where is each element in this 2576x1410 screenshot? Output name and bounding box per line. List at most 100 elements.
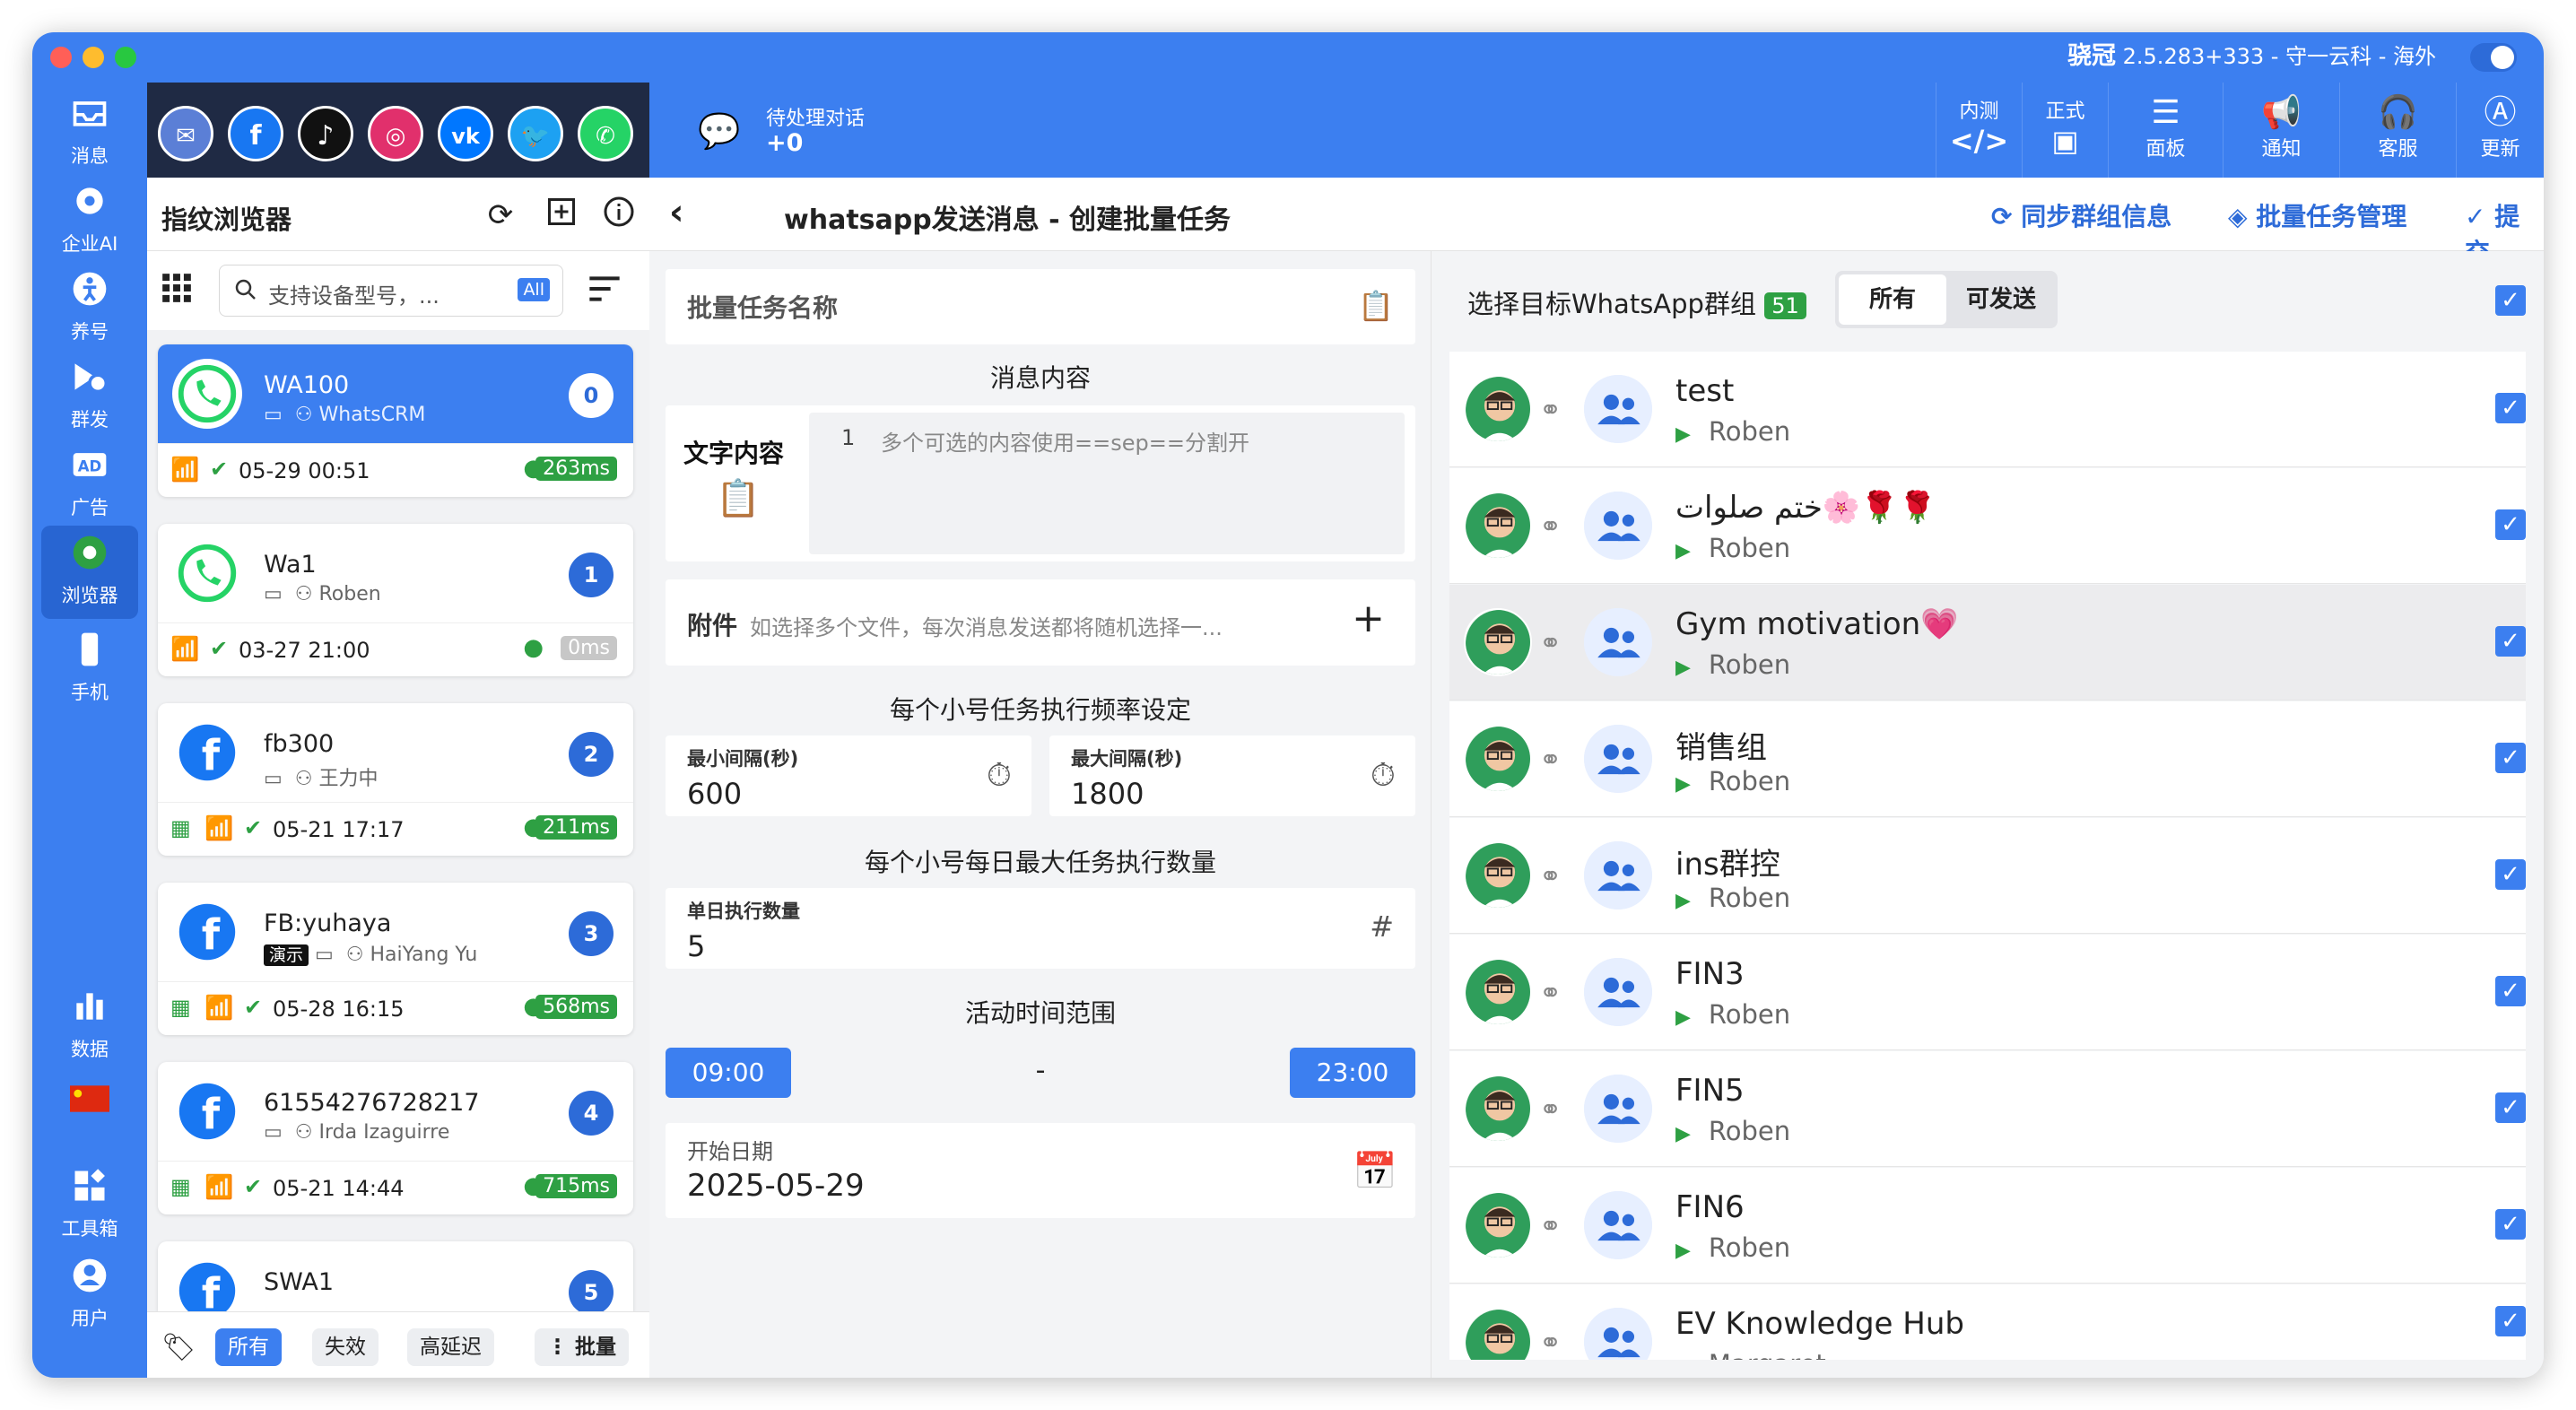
group-owner: Roben <box>1708 416 1791 447</box>
send-arrow-icon: ▶ <box>1675 890 1691 912</box>
end-time-button[interactable]: 23:00 <box>1290 1048 1415 1098</box>
group-count-badge: 51 <box>1764 292 1806 319</box>
chrome-icon <box>66 533 113 578</box>
group-filter-segment: 所有 可发送 <box>1835 271 2058 328</box>
nav-item-user[interactable]: 用户 <box>41 1249 138 1335</box>
group-checkbox[interactable]: ✓ <box>2495 626 2526 657</box>
filter-all[interactable]: 所有 <box>215 1328 282 1366</box>
group-checkbox[interactable]: ✓ <box>2495 1306 2526 1336</box>
link-icon: ⚭ <box>1539 628 1562 659</box>
start-date-field[interactable]: 开始日期 2025-05-29 📅 <box>666 1123 1415 1218</box>
sort-icon[interactable] <box>587 273 622 309</box>
group-row[interactable]: ⚭ FIN6 ▶ Roben ✓ <box>1449 1168 2526 1284</box>
nav-item-ads[interactable]: AD 广告 <box>41 438 138 524</box>
store-icon: ▦ <box>170 995 191 1020</box>
group-name: Gym motivation💗 <box>1675 606 1959 642</box>
group-row[interactable]: ⚭ EV Knowledge Hub ▶ Margaret ✓ <box>1449 1284 2526 1360</box>
nav-item-ai[interactable]: 企业AI <box>41 174 138 260</box>
nav-item-nurture[interactable]: 养号 <box>41 262 138 348</box>
info-icon[interactable] <box>599 196 639 235</box>
tiktok-icon[interactable]: ♪ <box>298 106 353 161</box>
nav-item-toolbox[interactable]: 工具箱 <box>41 1159 138 1245</box>
daily-count-field[interactable]: 单日执行数量 5 # <box>666 888 1415 969</box>
add-profile-icon[interactable] <box>542 196 581 235</box>
back-arrow-icon[interactable]: ‹ <box>669 192 683 233</box>
instagram-icon[interactable]: ◎ <box>368 106 423 161</box>
vk-icon[interactable]: vk <box>438 106 493 161</box>
svg-text:f: f <box>202 1271 221 1312</box>
close-window-button[interactable] <box>50 47 72 68</box>
group-checkbox[interactable]: ✓ <box>2495 976 2526 1006</box>
owner-avatar <box>1464 958 1532 1026</box>
profile-card[interactable]: f 61554276728217 ▭ ⚇ Irda Izaguirre 4 ▦ … <box>158 1062 633 1214</box>
all-badge[interactable]: All <box>518 278 550 301</box>
calendar-icon[interactable]: 📅 <box>1353 1150 1397 1192</box>
twitter-icon[interactable]: 🐦 <box>508 106 563 161</box>
nav-item-browser[interactable]: 浏览器 <box>41 526 138 619</box>
add-attachment-icon[interactable]: + <box>1352 596 1385 641</box>
support-button[interactable]: 🎧 客服 <box>2339 83 2456 178</box>
profile-card[interactable]: f fb300 ▭ ⚇ 王力中 2 ▦ 📶 ✔ 05-21 17:17 ● 21… <box>158 703 633 856</box>
select-all-checkbox[interactable]: ✓ <box>2495 285 2526 316</box>
batch-button[interactable]: ⋮ 批量 <box>535 1328 630 1366</box>
profile-card[interactable]: WA100 ▭ ⚇ WhatsCRM 0 📶 ✔ 05-29 00:51 ● 2… <box>158 344 633 497</box>
segment-sendable[interactable]: 可发送 <box>1948 274 2054 325</box>
group-row[interactable]: ⚭ ختم صلوات🌸🌹🌹 ▶ Roben ✓ <box>1449 468 2526 584</box>
filter-invalid[interactable]: 失效 <box>312 1328 379 1366</box>
browser-panel-header: 指纹浏览器 ⟳ <box>147 178 649 251</box>
min-interval-field[interactable]: 最小间隔(秒) 600 ⏱ <box>666 735 1031 816</box>
mode-toggle[interactable] <box>2470 43 2517 72</box>
panel-button[interactable]: ☰ 面板 <box>2108 83 2223 178</box>
group-row[interactable]: ⚭ Gym motivation💗 ▶ Roben ✓ <box>1449 585 2526 701</box>
profile-card[interactable]: f FB:yuhaya 演示 ▭ ⚇ HaiYang Yu 3 ▦ 📶 ✔ 05… <box>158 883 633 1035</box>
zoom-window-button[interactable] <box>115 47 136 68</box>
group-row[interactable]: ⚭ FIN5 ▶ Roben ✓ <box>1449 1051 2526 1167</box>
profile-index-badge: 3 <box>569 911 614 956</box>
region-flag[interactable] <box>41 1073 138 1136</box>
grid-view-icon[interactable] <box>160 271 194 309</box>
china-flag-icon <box>66 1080 113 1125</box>
nav-item-broadcast[interactable]: 群发 <box>41 350 138 436</box>
messenger-icon[interactable]: ✉ <box>158 106 213 161</box>
segment-all[interactable]: 所有 <box>1839 274 1946 325</box>
latency-badge: 263ms <box>535 457 617 481</box>
clipboard-icon[interactable]: 📋 <box>716 477 761 519</box>
nav-item-messages[interactable]: 消息 <box>41 86 138 172</box>
group-row[interactable]: ⚭ 销售组 ▶ Roben ✓ <box>1449 701 2526 817</box>
latency-badge: 568ms <box>535 995 617 1019</box>
attachment-box[interactable]: 附件 如选择多个文件，每次消息发送都将随机选择一... + <box>666 579 1415 666</box>
group-row[interactable]: ⚭ test ▶ Roben ✓ <box>1449 352 2526 467</box>
panel-title: 指纹浏览器 <box>161 205 292 235</box>
group-checkbox[interactable]: ✓ <box>2495 743 2526 773</box>
search-input[interactable]: 支持设备型号，... All <box>219 265 563 317</box>
nav-item-data[interactable]: 数据 <box>41 979 138 1066</box>
ad-icon: AD <box>66 445 113 490</box>
task-name-input[interactable]: 批量任务名称 📋 <box>666 269 1415 344</box>
group-checkbox[interactable]: ✓ <box>2495 393 2526 423</box>
whatsapp-icon[interactable]: ✆ <box>578 106 633 161</box>
sync-groups-button[interactable]: ⟳ 同步群组信息 <box>1991 197 2171 233</box>
group-selector-title: 选择目标WhatsApp群组 51 <box>1467 283 1806 321</box>
update-button[interactable]: Ⓐ 更新 <box>2456 83 2544 178</box>
tag-icon[interactable]: 🏷 <box>161 1332 196 1363</box>
text-content-editor[interactable]: 1 多个可选的内容使用==sep==分割开 <box>809 413 1405 554</box>
task-manage-button[interactable]: ◈ 批量任务管理 <box>2228 197 2406 233</box>
notification-button[interactable]: 📢 通知 <box>2223 83 2339 178</box>
facebook-icon[interactable]: f <box>228 106 283 161</box>
profile-card[interactable]: Wa1 ▭ ⚇ Roben 1 📶 ✔ 03-27 21:00 ● 0ms <box>158 524 633 676</box>
group-checkbox[interactable]: ✓ <box>2495 509 2526 540</box>
group-row[interactable]: ⚭ FIN3 ▶ Roben ✓ <box>1449 935 2526 1050</box>
refresh-icon[interactable]: ⟳ <box>481 196 520 235</box>
nav-item-phone[interactable]: 手机 <box>41 622 138 709</box>
beta-channel-button[interactable]: 内测 </> <box>1936 83 2022 178</box>
group-checkbox[interactable]: ✓ <box>2495 859 2526 890</box>
group-checkbox[interactable]: ✓ <box>2495 1092 2526 1123</box>
minimize-window-button[interactable] <box>83 47 104 68</box>
group-checkbox[interactable]: ✓ <box>2495 1209 2526 1240</box>
filter-high-latency[interactable]: 高延迟 <box>407 1328 494 1366</box>
group-row[interactable]: ⚭ ins群控 ▶ Roben ✓ <box>1449 818 2526 934</box>
max-interval-field[interactable]: 最大间隔(秒) 1800 ⏱ <box>1049 735 1415 816</box>
stable-channel-button[interactable]: 正式 ▣ <box>2022 83 2108 178</box>
profile-card[interactable]: f SWA1 5 <box>158 1241 633 1311</box>
clipboard-icon[interactable]: 📋 <box>1358 289 1394 323</box>
